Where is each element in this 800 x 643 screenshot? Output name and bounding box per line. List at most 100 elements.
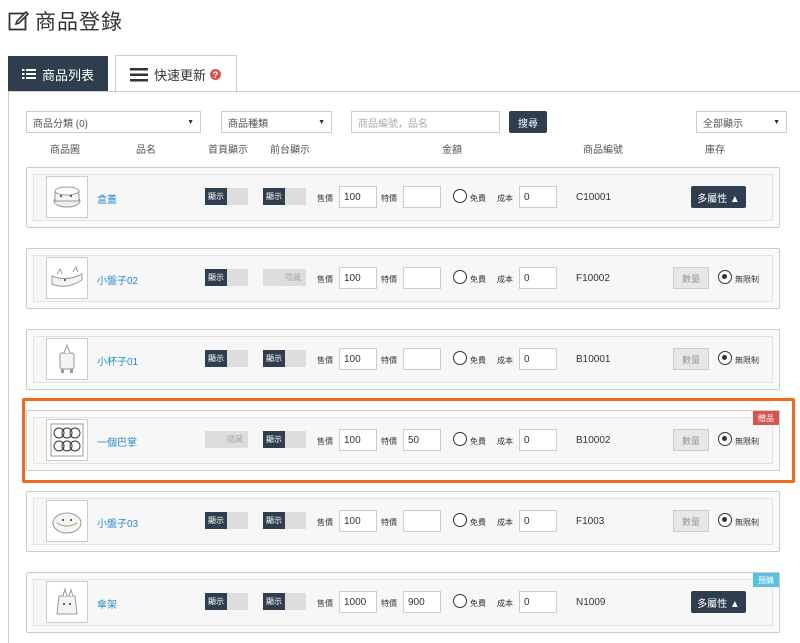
tab-quick-update[interactable]: 快速更新 ? — [115, 55, 237, 93]
front-display-toggle[interactable]: 顯示 — [263, 512, 306, 529]
sell-price-input[interactable]: 100 — [339, 186, 377, 208]
free-radio[interactable] — [453, 189, 467, 203]
front-display-toggle[interactable]: 顯示 — [263, 350, 306, 367]
home-display-toggle[interactable]: 顯示 — [205, 593, 248, 610]
product-image — [56, 587, 78, 615]
cost-input[interactable]: 0 — [519, 348, 557, 370]
sell-price-input[interactable]: 100 — [339, 429, 377, 451]
toggle-knob — [285, 512, 306, 529]
product-name-link[interactable]: 小盤子03 — [97, 515, 138, 530]
home-display-toggle[interactable]: 顯示 — [205, 512, 248, 529]
product-thumbnail[interactable] — [46, 500, 88, 542]
product-code: F1003 — [576, 516, 605, 527]
col-amount: 金額 — [442, 145, 462, 156]
col-home-display: 首頁顯示 — [208, 145, 248, 156]
search-input[interactable]: 商品編號，品名 — [351, 111, 500, 133]
product-image — [51, 265, 83, 287]
home-display-toggle[interactable]: 顯示 — [205, 269, 248, 286]
special-price-input[interactable] — [403, 348, 441, 370]
product-thumbnail[interactable] — [46, 419, 88, 461]
special-price-input[interactable] — [403, 186, 441, 208]
product-name-link[interactable]: 一個巴掌 — [97, 434, 137, 449]
caret-down-icon: ▼ — [187, 118, 194, 126]
sell-price-label: 售價 — [317, 275, 333, 284]
caret-down-icon: ▼ — [773, 118, 780, 126]
tab-product-list[interactable]: 商品列表 — [8, 56, 108, 92]
home-display-toggle[interactable]: 顯示 — [205, 188, 248, 205]
product-code: C10001 — [576, 192, 612, 203]
toggle-on-label: 顯示 — [263, 593, 285, 610]
multi-attribute-button[interactable]: 多屬性 ▲ — [691, 186, 746, 208]
cost-input[interactable]: 0 — [519, 591, 557, 613]
product-name-link[interactable]: 小盤子02 — [97, 272, 138, 287]
special-price-input[interactable] — [403, 510, 441, 532]
unlimited-radio[interactable] — [718, 270, 732, 284]
sell-price-input[interactable]: 100 — [339, 510, 377, 532]
quantity-button[interactable]: 數量 — [673, 348, 709, 370]
unlimited-radio[interactable] — [718, 513, 732, 527]
free-radio[interactable] — [453, 594, 467, 608]
product-thumbnail[interactable] — [46, 257, 88, 299]
product-image — [59, 343, 75, 373]
product-thumbnail[interactable] — [46, 581, 88, 623]
sell-price-input[interactable]: 100 — [339, 348, 377, 370]
product-badge: 贈品 — [753, 411, 779, 425]
product-badge: 預購 — [753, 573, 779, 587]
select-value: 商品分類 (0) — [33, 118, 88, 130]
page-title: 商品登錄 — [35, 11, 123, 34]
select-value: 商品種類 — [228, 118, 268, 130]
product-code: F10002 — [576, 273, 610, 284]
unlimited-label: 無限制 — [735, 275, 759, 284]
cost-input[interactable]: 0 — [519, 186, 557, 208]
toggle-on-label: 顯示 — [263, 512, 285, 529]
cost-input[interactable]: 0 — [519, 510, 557, 532]
product-thumbnail[interactable] — [46, 176, 88, 218]
type-select[interactable]: 商品種類 ▼ — [221, 111, 332, 133]
home-display-toggle[interactable]: 顯示 — [205, 350, 248, 367]
quantity-button[interactable]: 數量 — [673, 429, 709, 451]
special-price-label: 特價 — [381, 437, 397, 446]
cost-input[interactable]: 0 — [519, 429, 557, 451]
search-button[interactable]: 搜尋 — [509, 111, 547, 133]
sell-price-input[interactable]: 100 — [339, 267, 377, 289]
toggle-on-label: 顯示 — [263, 188, 285, 205]
product-name-link[interactable]: 小杯子01 — [97, 353, 138, 368]
home-display-toggle[interactable]: 隱藏 — [205, 431, 248, 448]
special-price-input[interactable]: 900 — [403, 591, 441, 613]
front-display-toggle[interactable]: 顯示 — [263, 593, 306, 610]
help-icon[interactable]: ? — [210, 69, 222, 80]
free-radio[interactable] — [453, 270, 467, 284]
product-code: B10002 — [576, 435, 611, 446]
display-select[interactable]: 全部顯示 ▼ — [696, 111, 787, 133]
page-header: 商品登錄 — [8, 6, 123, 36]
sell-price-input[interactable]: 1000 — [339, 591, 377, 613]
special-price-input[interactable] — [403, 267, 441, 289]
unlimited-radio[interactable] — [718, 351, 732, 365]
free-radio[interactable] — [453, 432, 467, 446]
product-image — [53, 186, 81, 208]
product-row: 傘架 顯示 顯示 售價 1000 特價 900 免費 成本 0 N1009 多屬… — [26, 572, 780, 633]
product-name-link[interactable]: 傘架 — [97, 596, 117, 611]
product-thumbnail[interactable] — [46, 338, 88, 380]
special-price-label: 特價 — [381, 356, 397, 365]
special-price-input[interactable]: 50 — [403, 429, 441, 451]
cost-label: 成本 — [497, 356, 513, 365]
front-display-toggle[interactable]: 顯示 — [263, 431, 306, 448]
front-display-toggle[interactable]: 隱藏 — [263, 269, 306, 286]
special-price-label: 特價 — [381, 194, 397, 203]
category-select[interactable]: 商品分類 (0) ▼ — [26, 111, 201, 133]
quantity-button[interactable]: 數量 — [673, 267, 709, 289]
quantity-button[interactable]: 數量 — [673, 510, 709, 532]
toggle-off-label: 隱藏 — [227, 435, 243, 444]
cost-input[interactable]: 0 — [519, 267, 557, 289]
product-name-link[interactable]: 盒蓋 — [97, 191, 117, 206]
unlimited-radio[interactable] — [718, 432, 732, 446]
multi-attribute-button[interactable]: 多屬性 ▲ — [691, 591, 746, 613]
free-radio[interactable] — [453, 513, 467, 527]
product-image — [52, 512, 82, 534]
tab-label: 快速更新 — [154, 68, 207, 83]
free-radio[interactable] — [453, 351, 467, 365]
front-display-toggle[interactable]: 顯示 — [263, 188, 306, 205]
product-image — [50, 423, 84, 457]
cost-label: 成本 — [497, 275, 513, 284]
